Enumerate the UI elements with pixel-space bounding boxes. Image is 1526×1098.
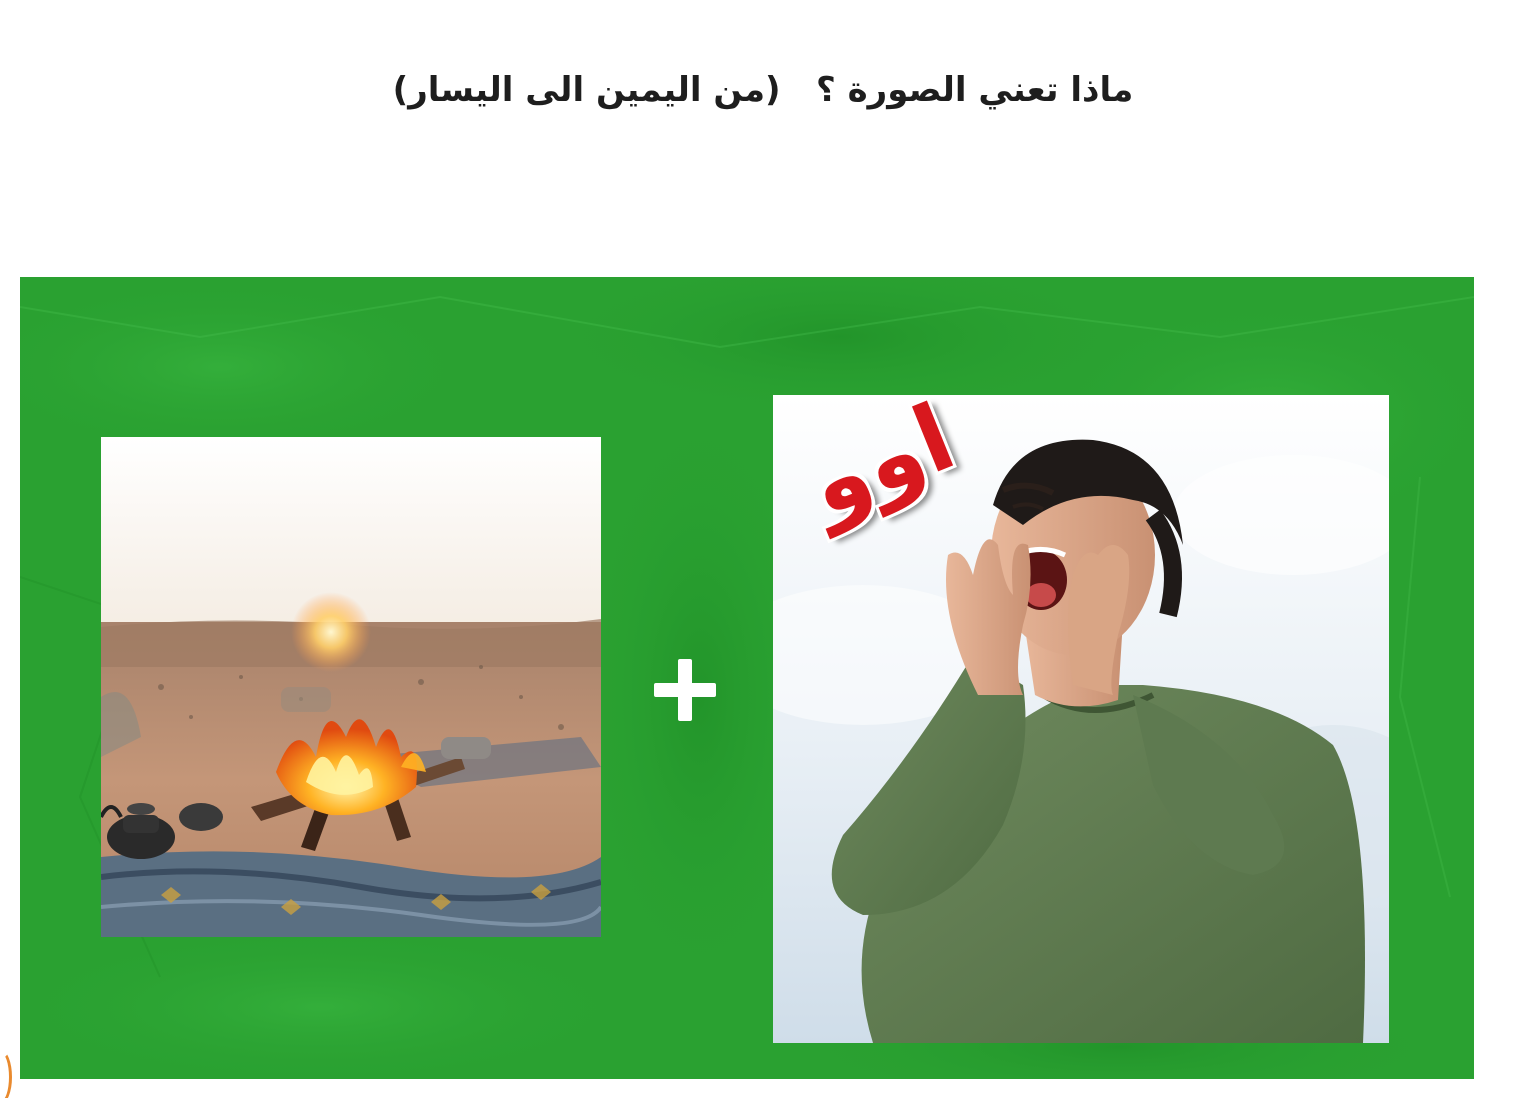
question-title: ماذا تعني الصورة ؟ (من اليمين الى اليسار… (392, 70, 1134, 110)
campfire-desert-picture (101, 437, 601, 937)
plus-icon (654, 659, 716, 721)
page: ماذا تعني الصورة ؟ (من اليمين الى اليسار… (0, 0, 1526, 1098)
corner-decoration (0, 1050, 12, 1098)
puzzle-board: اوو (20, 277, 1474, 1079)
shouting-man-picture: اوو (773, 395, 1389, 1043)
